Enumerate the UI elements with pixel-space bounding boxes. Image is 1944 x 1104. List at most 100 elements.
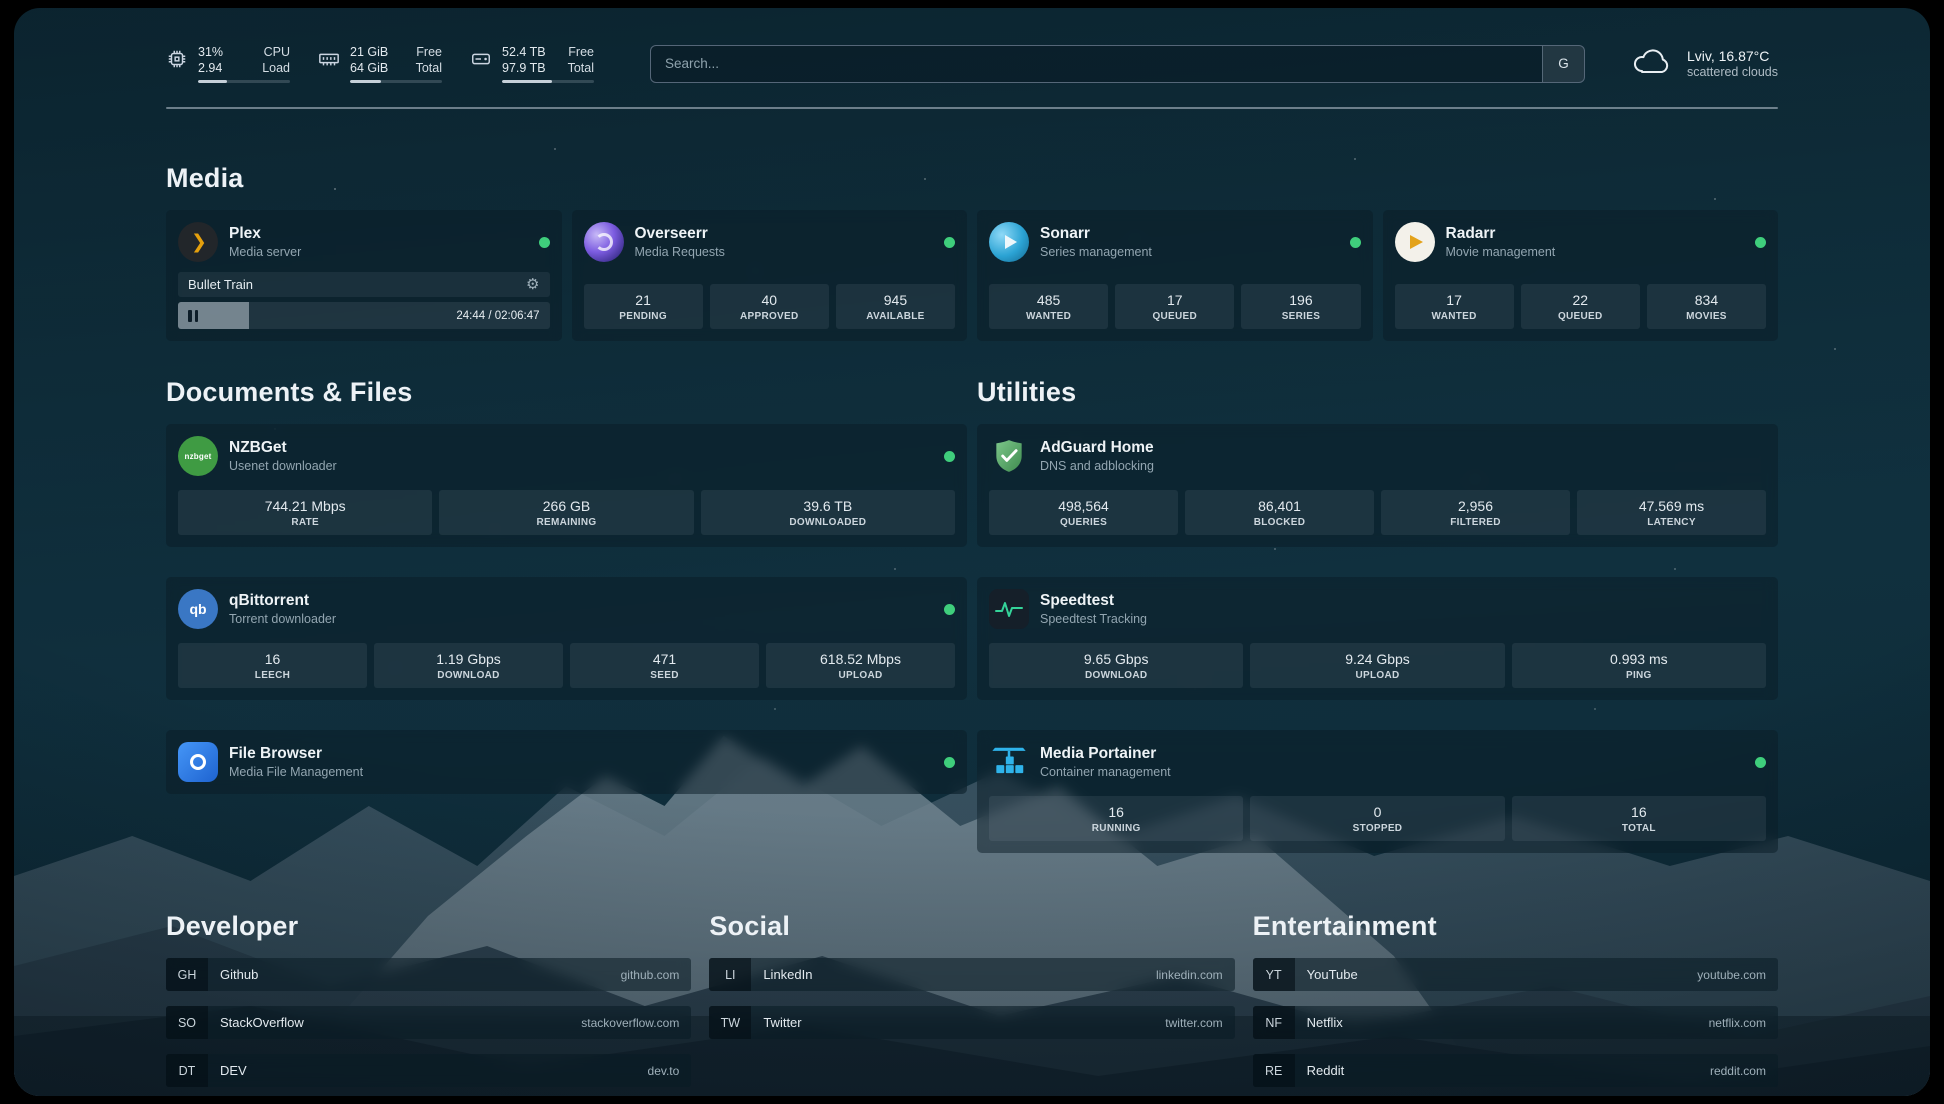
search-provider-button[interactable]: G	[1542, 46, 1584, 82]
bookmark-youtube[interactable]: YT YouTube youtube.com	[1253, 958, 1778, 991]
service-desc: Media server	[229, 244, 301, 260]
cpu-load-value: 2.94	[198, 60, 222, 76]
status-dot	[944, 451, 955, 462]
stat-stopped: 0STOPPED	[1250, 796, 1504, 841]
service-name: Overseerr	[635, 224, 725, 243]
bookmarks-developer: Developer GH Github github.com SO StackO…	[166, 911, 691, 1087]
stat-leech: 16LEECH	[178, 643, 367, 688]
service-name: qBittorrent	[229, 591, 336, 610]
stat-approved: 40APPROVED	[710, 284, 829, 329]
bookmark-dev[interactable]: DT DEV dev.to	[166, 1054, 691, 1087]
service-desc: Movie management	[1446, 244, 1556, 260]
stat-downloaded: 39.6 TBDOWNLOADED	[701, 490, 955, 535]
stat-wanted: 17WANTED	[1395, 284, 1514, 329]
service-card-nzbget[interactable]: nzbget NZBGet Usenet downloader 744.21 M…	[166, 424, 967, 547]
sonarr-arrow	[1005, 235, 1017, 249]
service-desc: Media File Management	[229, 764, 363, 780]
qbittorrent-icon-label: qb	[189, 601, 206, 617]
cpu-load-label: Load	[262, 60, 290, 76]
service-card-filebrowser[interactable]: File Browser Media File Management	[166, 730, 967, 794]
service-desc: Torrent downloader	[229, 611, 336, 627]
disk-free-label: Free	[568, 44, 594, 60]
stat-total: 16TOTAL	[1512, 796, 1766, 841]
weather-widget[interactable]: Lviv, 16.87°C scattered clouds	[1631, 46, 1778, 81]
bookmark-abbr: YT	[1253, 958, 1295, 991]
now-playing-title: Bullet Train	[188, 277, 253, 292]
bookmark-stackoverflow[interactable]: SO StackOverflow stackoverflow.com	[166, 1006, 691, 1039]
section-title-entertainment: Entertainment	[1253, 911, 1778, 942]
bookmark-url: netflix.com	[1709, 1016, 1766, 1030]
stat-pending: 21PENDING	[584, 284, 703, 329]
disk-widget: 52.4 TBFree 97.9 TBTotal	[470, 44, 594, 83]
service-card-sonarr[interactable]: Sonarr Series management 485WANTED 17QUE…	[977, 210, 1373, 341]
bookmark-url: github.com	[621, 968, 680, 982]
service-name: NZBGet	[229, 438, 337, 457]
service-name: AdGuard Home	[1040, 438, 1154, 457]
bookmark-twitter[interactable]: TW Twitter twitter.com	[709, 1006, 1234, 1039]
speedtest-icon	[989, 589, 1029, 629]
nzbget-icon-label: nzbget	[185, 452, 212, 461]
bookmark-linkedin[interactable]: LI LinkedIn linkedin.com	[709, 958, 1234, 991]
search-input[interactable]	[651, 56, 1542, 71]
bookmark-abbr: TW	[709, 1006, 751, 1039]
service-card-qbittorrent[interactable]: qb qBittorrent Torrent downloader 16LEEC…	[166, 577, 967, 700]
section-title-developer: Developer	[166, 911, 691, 942]
service-name: Speedtest	[1040, 591, 1147, 610]
service-card-portainer[interactable]: Media Portainer Container management 16R…	[977, 730, 1778, 853]
weather-condition: scattered clouds	[1687, 65, 1778, 79]
hardware-widgets: 31%CPU 2.94Load 21 GiBFree 64 GiBTotal	[166, 44, 594, 83]
status-dot	[1755, 237, 1766, 248]
stat-filtered: 2,956FILTERED	[1381, 490, 1570, 535]
bookmark-url: youtube.com	[1697, 968, 1766, 982]
memory-total-label: Total	[416, 60, 442, 76]
gear-icon[interactable]: ⚙	[526, 277, 539, 292]
playback-progress-bar[interactable]: 24:44 / 02:06:47	[178, 302, 550, 329]
bookmarks-social: Social LI LinkedIn linkedin.com TW Twitt…	[709, 911, 1234, 1087]
section-title-media: Media	[166, 163, 1778, 194]
radarr-arrow	[1410, 235, 1423, 249]
disk-icon	[470, 48, 492, 70]
stat-movies: 834MOVIES	[1647, 284, 1766, 329]
service-desc: Speedtest Tracking	[1040, 611, 1147, 627]
stat-queued: 22QUEUED	[1521, 284, 1640, 329]
stat-queries: 498,564QUERIES	[989, 490, 1178, 535]
service-card-speedtest[interactable]: Speedtest Speedtest Tracking 9.65 GbpsDO…	[977, 577, 1778, 700]
status-dot	[944, 237, 955, 248]
qbittorrent-icon: qb	[178, 589, 218, 629]
pause-button[interactable]	[188, 310, 198, 322]
stat-queued: 17QUEUED	[1115, 284, 1234, 329]
overseerr-swirl	[595, 233, 613, 251]
bookmark-github[interactable]: GH Github github.com	[166, 958, 691, 991]
stat-running: 16RUNNING	[989, 796, 1243, 841]
bookmark-abbr: LI	[709, 958, 751, 991]
service-name: Plex	[229, 224, 301, 243]
top-bar: 31%CPU 2.94Load 21 GiBFree 64 GiBTotal	[166, 8, 1778, 83]
service-card-radarr[interactable]: Radarr Movie management 17WANTED 22QUEUE…	[1383, 210, 1779, 341]
bookmark-name: Reddit	[1307, 1063, 1345, 1078]
bookmark-netflix[interactable]: NF Netflix netflix.com	[1253, 1006, 1778, 1039]
media-grid: ❯ Plex Media server Bullet Train ⚙	[166, 210, 1778, 341]
cpu-progress-bar	[198, 80, 290, 83]
status-dot	[1755, 757, 1766, 768]
bookmark-name: YouTube	[1307, 967, 1358, 982]
stat-rate: 744.21 MbpsRATE	[178, 490, 432, 535]
stat-download: 1.19 GbpsDOWNLOAD	[374, 643, 563, 688]
stat-remaining: 266 GBREMAINING	[439, 490, 693, 535]
service-desc: Usenet downloader	[229, 458, 337, 474]
service-name: Sonarr	[1040, 224, 1152, 243]
stat-wanted: 485WANTED	[989, 284, 1108, 329]
memory-widget: 21 GiBFree 64 GiBTotal	[318, 44, 442, 83]
service-card-plex[interactable]: ❯ Plex Media server Bullet Train ⚙	[166, 210, 562, 341]
disk-total-value: 97.9 TB	[502, 60, 546, 76]
playback-time: 24:44 / 02:06:47	[456, 310, 539, 322]
cloud-icon	[1631, 46, 1675, 81]
weather-location: Lviv, 16.87°C	[1687, 48, 1778, 64]
bookmark-reddit[interactable]: RE Reddit reddit.com	[1253, 1054, 1778, 1087]
cpu-icon	[166, 48, 188, 70]
service-card-adguard[interactable]: AdGuard Home DNS and adblocking 498,564Q…	[977, 424, 1778, 547]
service-card-overseerr[interactable]: Overseerr Media Requests 21PENDING 40APP…	[572, 210, 968, 341]
memory-progress-bar	[350, 80, 442, 83]
section-title-social: Social	[709, 911, 1234, 942]
dashboard-page: 31%CPU 2.94Load 21 GiBFree 64 GiBTotal	[14, 8, 1930, 1096]
bookmark-url: linkedin.com	[1156, 968, 1223, 982]
